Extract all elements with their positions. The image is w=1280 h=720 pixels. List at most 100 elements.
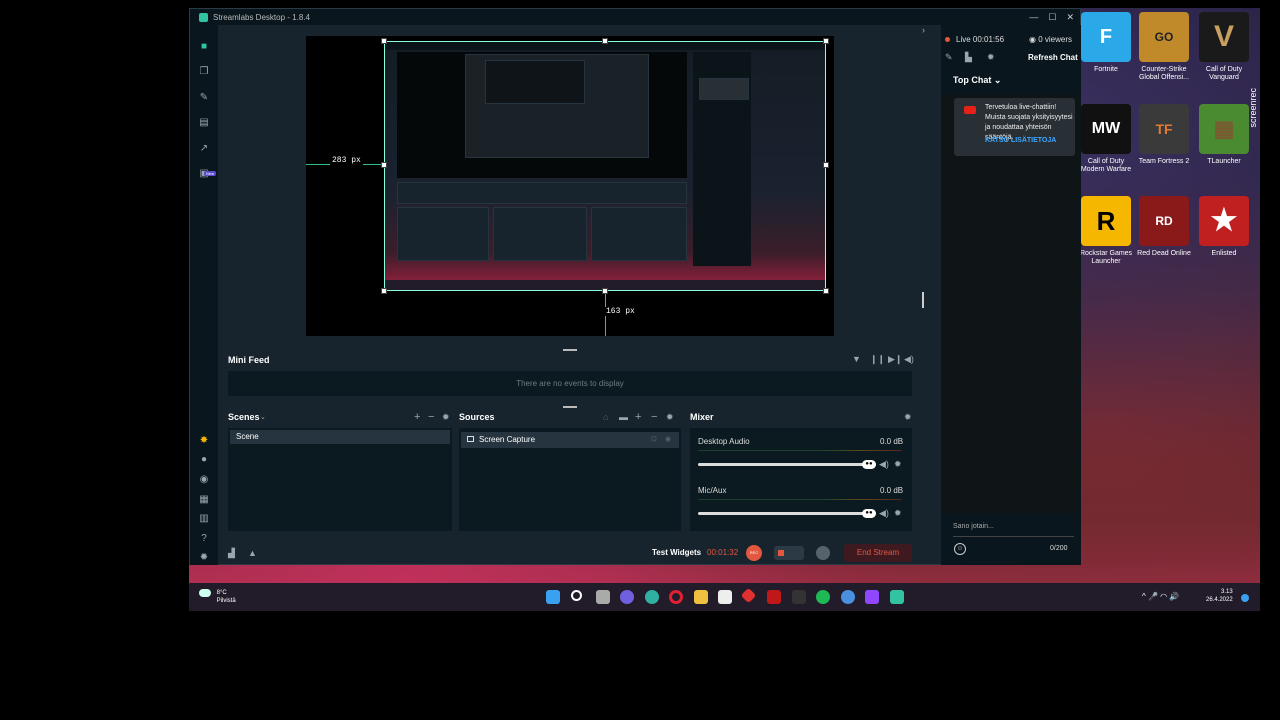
spotify-icon[interactable] [816, 590, 830, 604]
desktop-icon-fortnite[interactable]: F Fortnite [1077, 12, 1135, 74]
remove-scene-icon[interactable]: − [428, 411, 434, 423]
schedule-button[interactable] [816, 546, 830, 560]
streamlabs-taskbar-icon[interactable] [890, 590, 904, 604]
pause-icon[interactable]: ❙❙ [870, 354, 885, 365]
chat-icon[interactable]: ◉ [198, 474, 210, 486]
alert-icon[interactable]: ▲ [248, 548, 257, 558]
resize-handle-tl[interactable] [381, 38, 387, 44]
chrome-icon[interactable] [841, 590, 855, 604]
opera-icon[interactable] [669, 590, 683, 604]
start-icon[interactable] [546, 590, 560, 604]
mic-aux-knob[interactable]: ●● [862, 509, 876, 518]
performance-icon[interactable]: ▟ [228, 548, 235, 559]
notification-icon[interactable] [1241, 594, 1249, 602]
minifeed-empty-text: There are no events to display [228, 371, 912, 396]
minimize-button[interactable]: — [1029, 9, 1038, 25]
dev-icon[interactable]: ✸ [198, 435, 210, 447]
desktop-audio-settings-icon[interactable]: ✹ [894, 459, 902, 470]
mcafee-icon[interactable] [767, 590, 781, 604]
store-icon[interactable]: ▤ [198, 117, 210, 129]
themes-icon[interactable]: ✎ [198, 92, 210, 104]
resize-handle-bl[interactable] [381, 288, 387, 294]
edge-icon[interactable] [645, 590, 659, 604]
test-widgets-button[interactable]: Test Widgets [652, 548, 701, 557]
desktop-icon-tlauncher[interactable]: ▦ TLauncher [1195, 104, 1253, 166]
desktop-icon-rdo[interactable]: RD Red Dead Online [1135, 196, 1193, 258]
scene-settings-icon[interactable]: ✹ [442, 412, 450, 423]
chat-app-icon[interactable] [620, 590, 634, 604]
docks-resize-grip[interactable] [563, 406, 577, 408]
mic-aux-speaker-icon[interactable]: ◀) [879, 508, 889, 519]
chat-input[interactable]: Sano jotain... [953, 523, 1074, 537]
desktop-icon-cod-vanguard[interactable]: V Call of Duty Vanguard [1195, 12, 1253, 82]
settings-icon[interactable]: ✹ [198, 552, 210, 564]
diamond-app-icon[interactable] [740, 587, 757, 604]
clock[interactable]: 3.13 26.4.2022 [1206, 588, 1233, 604]
source-item[interactable]: Screen Capture ⊡ ◉ [461, 432, 679, 448]
skip-icon[interactable]: ▶❙ [888, 354, 902, 365]
volume-icon[interactable]: ◀) [904, 354, 914, 365]
emoji-icon[interactable]: ☺ [954, 543, 966, 555]
store-app-icon[interactable] [718, 590, 732, 604]
layout-icon[interactable]: ❐ [198, 66, 210, 78]
task-view-icon[interactable] [596, 590, 610, 604]
resize-handle-t[interactable] [602, 38, 608, 44]
scene-item[interactable]: Scene [230, 430, 450, 444]
desktop-icon-enlisted[interactable]: ★ Enlisted [1195, 196, 1253, 258]
mic-aux-settings-icon[interactable]: ✹ [894, 508, 902, 519]
resize-handle-br[interactable] [823, 288, 829, 294]
apps-icon[interactable]: ▦ [198, 494, 210, 506]
desktop-audio-knob[interactable]: ●● [862, 460, 876, 469]
remove-source-icon[interactable]: − [651, 411, 657, 423]
maximize-button[interactable]: ☐ [1048, 9, 1056, 25]
desktop-icon-rockstar[interactable]: R Rockstar Games Launcher [1077, 196, 1135, 266]
viewer-count-label: 0 viewers [1038, 35, 1072, 44]
group-icon[interactable]: ⌂ [603, 412, 608, 422]
desktop-icon-csgo[interactable]: GO Counter-Strike Global Offensi... [1135, 12, 1193, 82]
source-settings-icon[interactable]: ✹ [666, 412, 674, 423]
weather-widget[interactable]: 8°C Pilvistä [199, 589, 236, 605]
eye-icon[interactable]: ◉ [665, 432, 671, 448]
replay-buffer-button[interactable] [774, 546, 804, 560]
stream-info-icon[interactable]: ▙ [965, 52, 972, 63]
desktop-icon-cod-mw[interactable]: MW Call of Duty Modern Warfare [1077, 104, 1135, 174]
stream-preview[interactable]: 283 px 163 px [306, 36, 834, 336]
collapse-chat-icon[interactable]: › [922, 25, 925, 35]
twitch-icon[interactable] [865, 590, 879, 604]
mic-aux-slider[interactable] [698, 512, 876, 515]
learn-more-link[interactable]: KATSO LISÄTIETOJA [985, 137, 1056, 144]
record-button[interactable]: REC [746, 545, 762, 561]
filter-icon[interactable]: ▼ [852, 354, 861, 364]
file-explorer-icon[interactable] [694, 590, 708, 604]
system-tray[interactable]: ^ 🎤 ◠ 🔊 [1142, 592, 1179, 601]
layout-editor-icon[interactable]: ▥ [198, 513, 210, 525]
close-button[interactable]: ✕ [1066, 9, 1074, 25]
add-source-icon[interactable]: + [635, 411, 641, 423]
desktop-audio-slider[interactable] [698, 463, 876, 466]
resize-handle-l[interactable] [381, 162, 387, 168]
resize-handle-b[interactable] [602, 288, 608, 294]
search-icon[interactable] [571, 590, 582, 601]
top-chat-dropdown[interactable]: Top Chat ⌄ [953, 75, 1001, 86]
studio-icon[interactable]: ■ [198, 41, 210, 53]
mixer-settings-icon[interactable]: ✹ [904, 412, 912, 423]
desktop-icon-tf2[interactable]: TF Team Fortress 2 [1135, 104, 1193, 166]
folder-icon[interactable]: ▬ [619, 412, 628, 422]
scenes-title[interactable]: Scenes [228, 412, 260, 422]
help-circle-icon[interactable]: ? [198, 533, 210, 545]
edit-icon[interactable]: ✎ [945, 52, 953, 63]
dashboard-icon[interactable]: ↗ [198, 143, 210, 155]
epic-games-icon[interactable] [792, 590, 806, 604]
resize-handle-r[interactable] [823, 162, 829, 168]
lock-icon[interactable]: ⊡ [651, 432, 657, 448]
add-scene-icon[interactable]: + [414, 411, 420, 423]
help-icon[interactable]: ● [198, 454, 210, 466]
screen-capture-source[interactable] [384, 41, 826, 291]
resize-handle-tr[interactable] [823, 38, 829, 44]
chat-settings-icon[interactable]: ✹ [987, 52, 995, 63]
end-stream-button[interactable]: End Stream [844, 544, 912, 562]
chevron-down-icon[interactable]: ⌄ [260, 413, 266, 421]
refresh-chat-button[interactable]: Refresh Chat [1028, 53, 1078, 62]
desktop-audio-speaker-icon[interactable]: ◀) [879, 459, 889, 470]
preview-scrollbar[interactable] [922, 292, 924, 308]
